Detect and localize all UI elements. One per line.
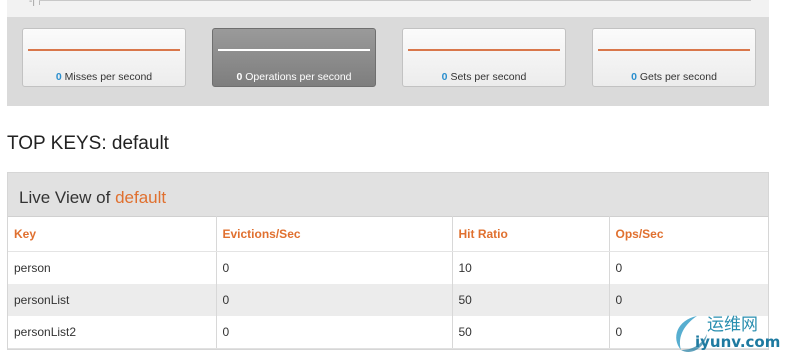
stat-value: 0 (631, 71, 637, 83)
sparkline (28, 49, 180, 51)
stat-label: 0 Misses per second (23, 71, 185, 83)
graph-baseline (39, 0, 751, 1)
page-title: TOP KEYS: default (7, 133, 169, 154)
stat-label: 0 Gets per second (593, 71, 755, 83)
table-header-row: Key Evictions/Sec Hit Ratio Ops/Sec (8, 216, 768, 252)
cell-hit-ratio: 50 (452, 316, 610, 348)
stat-caption: Operations per second (245, 71, 352, 83)
cell-evictions: 0 (216, 316, 453, 348)
sparkline (218, 49, 370, 51)
live-view-title: Live View of default (19, 188, 166, 208)
column-header-key[interactable]: Key (8, 216, 217, 252)
table-row: personList2 0 50 0 (8, 316, 768, 348)
stat-value: 0 (236, 71, 243, 83)
cell-hit-ratio: 10 (452, 251, 610, 284)
stat-label: 0 Operations per second (213, 71, 375, 83)
graph-strip: -| (7, 0, 769, 17)
stat-caption: Gets per second (639, 71, 717, 83)
watermark-logo: 运维网 iyunv.com (667, 310, 781, 356)
graph-axis-label: -| (29, 0, 35, 7)
column-header-ops[interactable]: Ops/Sec (609, 216, 768, 252)
stat-value: 0 (55, 71, 62, 83)
stat-card-operations[interactable]: 0 Operations per second (212, 28, 376, 87)
stat-label: 0 Sets per second (403, 71, 565, 83)
cell-ops: 0 (615, 261, 623, 275)
live-view-prefix: Live View of (19, 188, 116, 207)
stat-card-misses[interactable]: 0 Misses per second (22, 28, 186, 87)
cell-evictions: 0 (216, 251, 453, 284)
table-row: person 0 10 0 (8, 251, 768, 284)
watermark-en-text: iyunv.com (695, 333, 781, 351)
sparkline (598, 49, 750, 51)
stat-caption: Sets per second (450, 71, 527, 83)
cell-key: personList (8, 284, 217, 316)
stat-value: 0 (441, 71, 448, 83)
table-row: personList 0 50 0 (8, 284, 768, 316)
stats-band: -| 0 Misses per second 0 Operations per … (7, 0, 769, 106)
cell-evictions: 0 (216, 284, 453, 316)
cell-key: person (8, 251, 217, 284)
top-keys-table: Key Evictions/Sec Hit Ratio Ops/Sec pers… (8, 216, 768, 348)
live-view-panel: Live View of default Key Evictions/Sec H… (7, 172, 769, 350)
sparkline (408, 49, 560, 51)
column-header-hit-ratio[interactable]: Hit Ratio (452, 216, 610, 252)
watermark-cn-text: 运维网 (707, 315, 758, 335)
cell-key: personList2 (8, 316, 217, 348)
stat-card-gets[interactable]: 0 Gets per second (592, 28, 756, 87)
stat-card-sets[interactable]: 0 Sets per second (402, 28, 566, 87)
live-view-bucket-name: default (115, 188, 167, 207)
column-header-evictions[interactable]: Evictions/Sec (216, 216, 453, 252)
cell-hit-ratio: 50 (452, 284, 610, 316)
stat-caption: Misses per second (64, 71, 153, 83)
